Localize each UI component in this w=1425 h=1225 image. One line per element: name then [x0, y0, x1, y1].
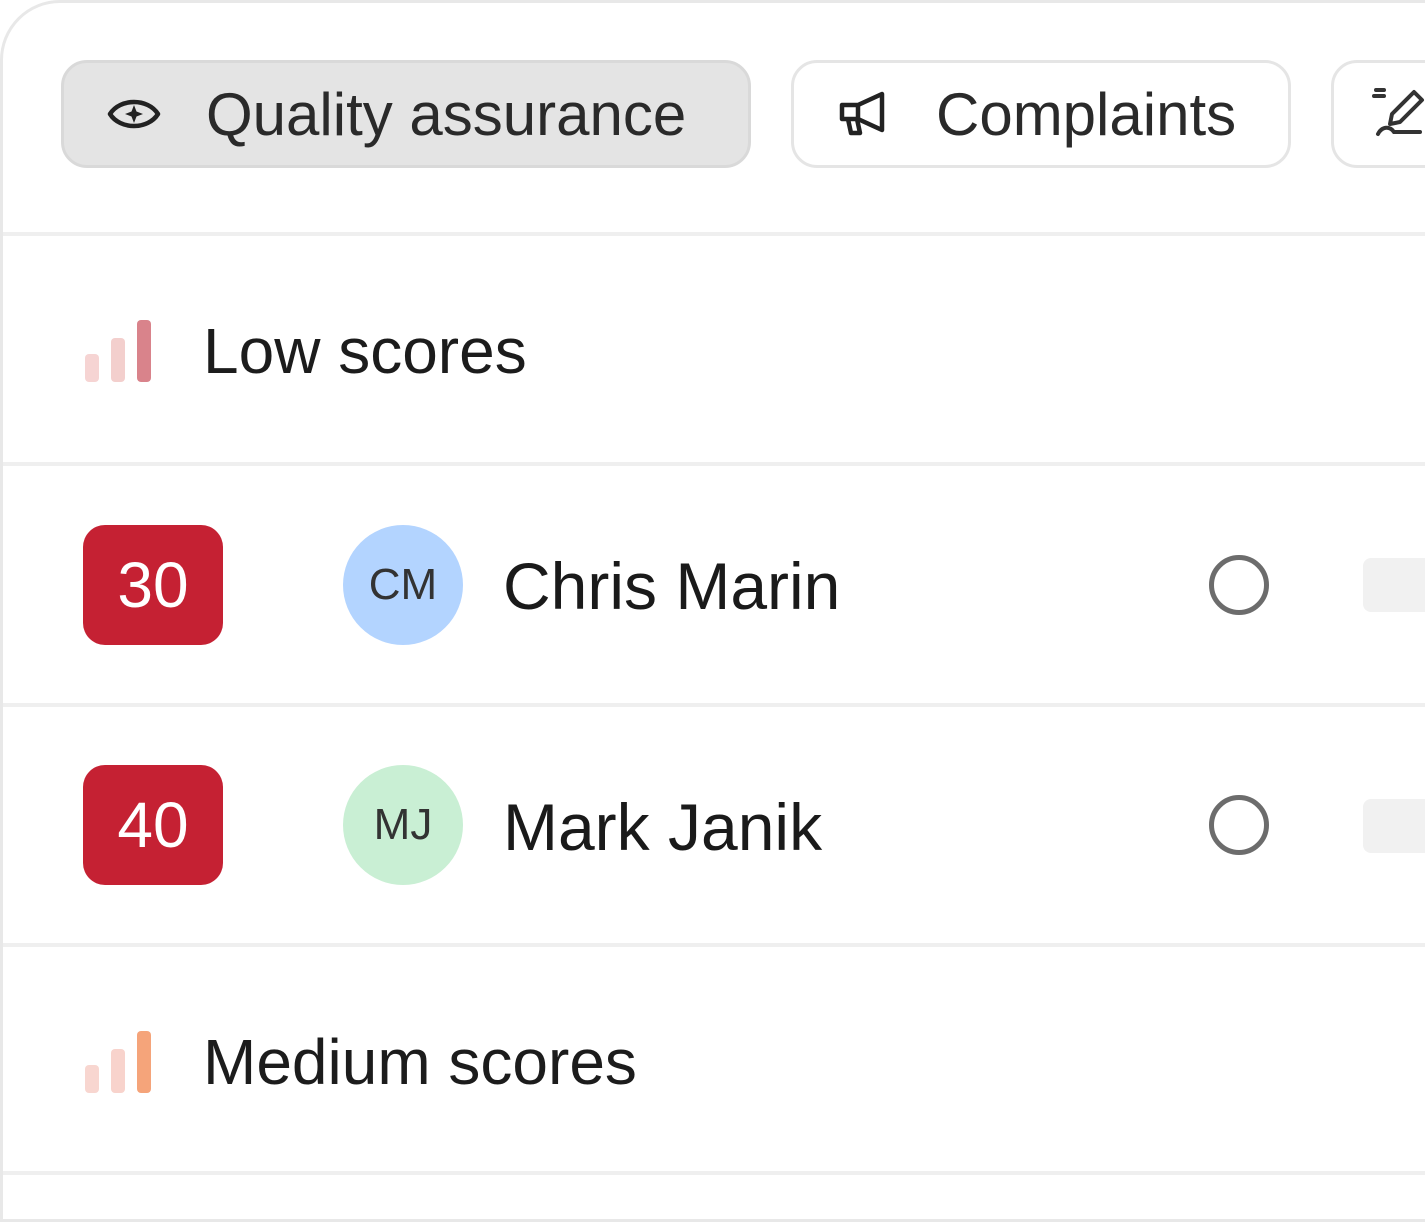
status-radio[interactable]: [1209, 795, 1269, 855]
scores-panel: Quality assurance Complaints Low scores …: [0, 0, 1425, 1222]
score-badge: 40: [83, 765, 223, 885]
megaphone-icon: [834, 84, 894, 144]
pen-signature-icon: [1370, 84, 1425, 144]
score-badge: 30: [83, 525, 223, 645]
placeholder-pill: [1363, 558, 1425, 612]
signal-bars-icon: [85, 1031, 157, 1093]
placeholder-pill: [1363, 799, 1425, 853]
divider: [3, 1171, 1425, 1175]
agent-name: Mark Janik: [503, 790, 823, 864]
group-title: Low scores: [203, 315, 527, 387]
filter-tabs: Quality assurance Complaints: [61, 60, 1425, 174]
tab-quality-assurance[interactable]: Quality assurance: [61, 60, 751, 168]
status-radio[interactable]: [1209, 555, 1269, 615]
table-row[interactable]: 40 MJ Mark Janik: [3, 707, 1425, 943]
group-title: Medium scores: [203, 1026, 637, 1098]
tab-signature[interactable]: [1331, 60, 1425, 168]
agent-name: Chris Marin: [503, 549, 841, 623]
group-header-medium-scores[interactable]: Medium scores: [3, 947, 1425, 1173]
table-row[interactable]: 30 CM Chris Marin: [3, 466, 1425, 702]
tab-quality-assurance-label: Quality assurance: [206, 80, 687, 148]
avatar: MJ: [343, 765, 463, 885]
eye-sparkle-icon: [104, 84, 164, 144]
group-header-low-scores[interactable]: Low scores: [3, 236, 1425, 462]
tab-complaints-label: Complaints: [936, 80, 1237, 148]
tab-complaints[interactable]: Complaints: [791, 60, 1291, 168]
avatar: CM: [343, 525, 463, 645]
signal-bars-icon: [85, 320, 157, 382]
